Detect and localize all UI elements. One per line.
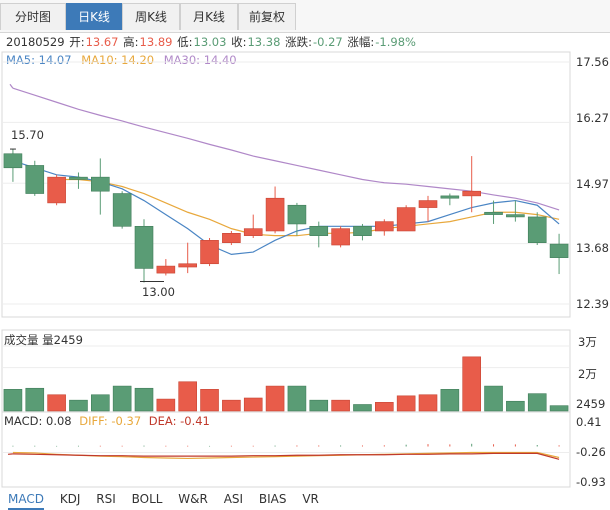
volume-bar — [375, 402, 394, 412]
candle-down — [440, 195, 460, 199]
volume-layer — [2, 345, 570, 412]
candle-up — [178, 263, 197, 268]
candle-up — [331, 228, 350, 246]
price-tick-5: 12.39 — [576, 297, 609, 311]
indicator-tab-vr[interactable]: VR — [302, 490, 319, 508]
candle-up — [265, 197, 285, 232]
diff-value: DIFF: -0.37 — [79, 414, 142, 428]
candle-down — [112, 193, 132, 227]
volume-bar — [265, 385, 285, 412]
candle-down — [506, 214, 525, 218]
volume-bar — [134, 387, 154, 412]
volume-bar — [243, 397, 263, 412]
volume-bar — [462, 356, 481, 412]
macd-value: MACD: 0.08 — [4, 414, 72, 428]
dea-value: DEA: -0.41 — [148, 414, 210, 428]
candle-down — [134, 225, 154, 269]
candle-up — [418, 200, 438, 208]
macd-layer — [2, 443, 570, 460]
volume-tick-2: 2万 — [578, 367, 597, 381]
volume-bar — [222, 399, 241, 412]
volume-tick-3: 2459 — [576, 397, 606, 411]
volume-bar — [91, 394, 110, 412]
volume-bar — [287, 385, 307, 412]
volume-title: 成交量 — [4, 333, 39, 347]
volume-bar — [309, 399, 329, 412]
indicator-tab-wr[interactable]: W&R — [178, 490, 208, 508]
price-tick-1: 17.56 — [576, 55, 609, 69]
volume-tick-1: 3万 — [578, 335, 597, 349]
candle-up — [222, 233, 241, 243]
candle-down — [549, 243, 569, 258]
ma30-line-lead — [9, 83, 14, 89]
grid-layer — [2, 61, 570, 305]
indicator-tab-boll[interactable]: BOLL — [132, 490, 163, 508]
volume-bar — [69, 399, 88, 412]
macd-tick-3: -0.93 — [576, 475, 606, 489]
candle-up — [396, 207, 416, 232]
ma10-line — [56, 178, 560, 237]
candle-up — [156, 265, 176, 274]
moving-average-layer — [9, 83, 560, 255]
min-price-annotation: 13.00 — [142, 285, 175, 299]
candle-up — [47, 176, 66, 204]
macd-tick-1: 0.41 — [576, 415, 602, 429]
candle-down — [69, 176, 88, 180]
indicator-tab-rsi[interactable]: RSI — [96, 490, 116, 508]
price-tick-4: 13.68 — [576, 241, 609, 255]
candle-up — [375, 221, 394, 232]
volume-bar — [506, 400, 525, 412]
ma5-line — [12, 160, 560, 255]
candle-up — [243, 228, 263, 236]
volume-bar — [112, 385, 132, 412]
volume-bar — [331, 399, 350, 412]
candle-layer — [3, 148, 569, 283]
candle-down — [91, 176, 110, 192]
candle-down — [484, 211, 503, 215]
volume-bar — [178, 381, 197, 412]
indicator-tab-kdj[interactable]: KDJ — [60, 490, 81, 508]
candle-down — [309, 225, 329, 236]
candle-down — [353, 225, 372, 236]
volume-bar — [47, 394, 66, 412]
macd-header: MACD: 0.08 DIFF: -0.37 DEA: -0.41 — [4, 414, 210, 428]
volume-bar — [418, 394, 438, 412]
volume-bar — [200, 389, 219, 412]
volume-bar — [156, 398, 176, 412]
candle-down — [527, 216, 547, 243]
volume-bar — [353, 404, 372, 412]
indicator-tab-asi[interactable]: ASI — [224, 490, 243, 508]
candle-up — [200, 240, 219, 265]
indicator-tab-bar: MACD KDJ RSI BOLL W&R ASI BIAS VR — [0, 490, 323, 510]
indicator-tab-macd[interactable]: MACD — [8, 490, 44, 510]
price-panel-frame — [1, 51, 571, 318]
volume-bar — [484, 385, 503, 412]
volume-value: 量2459 — [42, 333, 83, 347]
volume-header: 成交量 量2459 — [4, 333, 83, 347]
volume-bar — [396, 395, 416, 412]
volume-bar — [3, 389, 23, 412]
candle-down — [25, 165, 45, 194]
volume-bar — [25, 387, 45, 412]
candle-down — [3, 153, 23, 169]
volume-bar — [527, 393, 547, 412]
volume-bar — [440, 389, 460, 412]
price-tick-3: 14.97 — [576, 177, 609, 191]
max-price-annotation: 15.70 — [11, 128, 44, 142]
macd-tick-2: -0.26 — [576, 445, 606, 459]
volume-bar — [549, 405, 569, 412]
indicator-tab-bias[interactable]: BIAS — [259, 490, 287, 508]
candle-down — [287, 204, 307, 225]
price-tick-2: 16.27 — [576, 111, 609, 125]
candle-up — [462, 190, 481, 197]
